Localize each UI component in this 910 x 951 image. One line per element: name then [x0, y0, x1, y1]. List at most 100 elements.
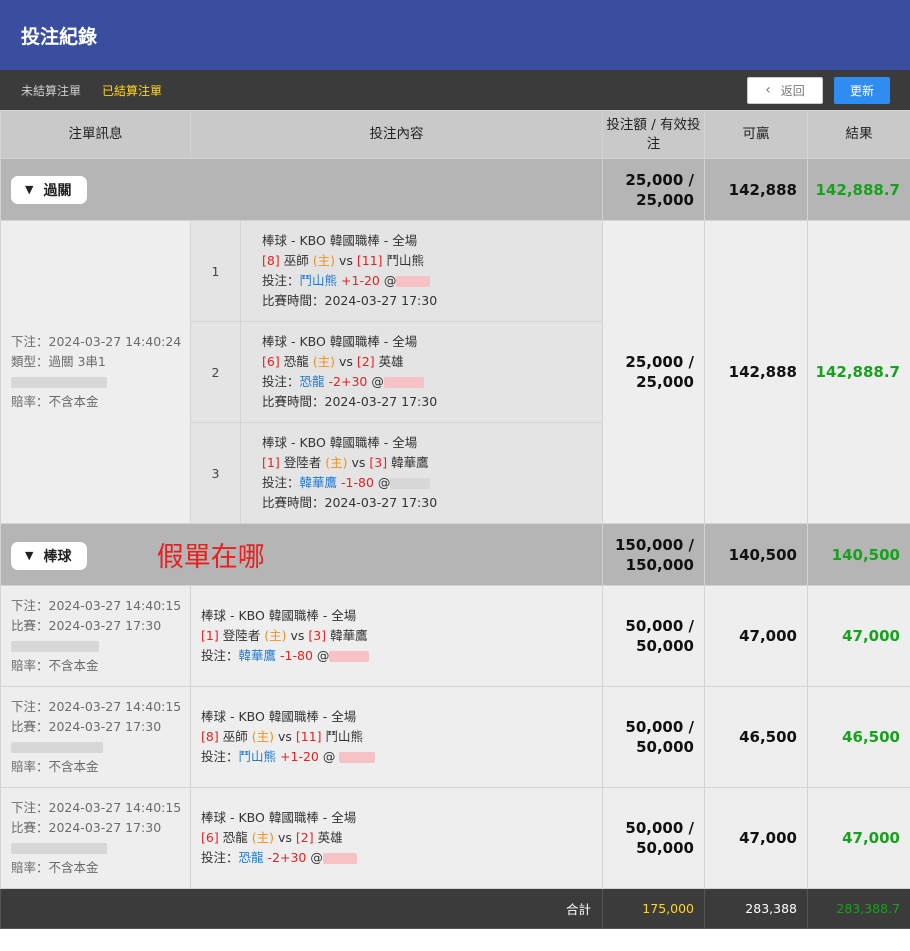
tab-settled[interactable]: 已結算注單 — [102, 82, 162, 99]
match-time: 比賽：2024-03-27 17:30 — [11, 719, 162, 734]
col-header-win: 可贏 — [704, 110, 808, 159]
page-header: 投注紀錄 — [0, 0, 910, 70]
league-text: 棒球 - KBO 韓國職棒 - 全場 — [262, 435, 418, 450]
refresh-button[interactable]: 更新 — [834, 76, 890, 104]
group-toggle-parlay[interactable]: ▼ 過關 — [11, 175, 88, 204]
parlay-amount: 25,000 /25,000 — [602, 220, 705, 524]
table-row: 下注：2024-03-27 14:40:15 比賽：2024-03-27 17:… — [0, 686, 910, 788]
col-header-info: 注單訊息 — [0, 110, 191, 159]
leg-number: 3 — [190, 422, 241, 524]
group-label-baseball: 棒球 — [43, 548, 72, 565]
placed-time: 下注：2024-03-27 14:40:15 — [11, 699, 182, 714]
leg-detail: 棒球 - KBO 韓國職棒 - 全場 [8] 巫師 (主) vs [11] 鬥山… — [240, 220, 603, 322]
group-row-baseball: ▼ 棒球 假單在哪 150,000 /150,000 140,500 140,5… — [0, 523, 910, 586]
bet-selection: 投注：恐龍 -2+30 @ — [201, 848, 602, 868]
matchup: [8] 巫師 (主) vs [11] 鬥山熊 — [262, 253, 425, 268]
annotation-text: 假單在哪 — [156, 542, 265, 573]
leg-number: 2 — [190, 321, 241, 423]
bet-selection: 投注：鬥山熊 +1-20 @ — [201, 747, 602, 767]
odds-note: 賠率：不含本金 — [11, 394, 99, 409]
single-info-cell: 下注：2024-03-27 14:40:15 比賽：2024-03-27 17:… — [0, 686, 191, 788]
matchup: [1] 登陸者 (主) vs [3] 韓華鷹 — [262, 455, 429, 470]
placed-time: 下注：2024-03-27 14:40:15 — [11, 598, 182, 613]
league-text: 棒球 - KBO 韓國職棒 - 全場 — [262, 233, 418, 248]
group-amount-baseball: 150,000 /150,000 — [602, 523, 705, 586]
bet-selection: 投注：恐龍 -2+30 @ — [262, 372, 602, 392]
odds-note: 賠率：不含本金 — [11, 860, 99, 875]
single-result: 47,000 — [807, 787, 910, 889]
totals-amount: 175,000 — [602, 888, 705, 929]
totals-label: 合計 — [0, 888, 603, 929]
group-cell-baseball: ▼ 棒球 假單在哪 — [0, 523, 603, 586]
placed-time: 下注：2024-03-27 14:40:15 — [11, 800, 182, 815]
single-amount: 50,000 /50,000 — [602, 787, 705, 889]
odds-note: 賠率：不含本金 — [11, 658, 99, 673]
group-amount-parlay: 25,000 /25,000 — [602, 158, 705, 221]
group-cell-parlay: ▼ 過關 — [0, 158, 603, 221]
col-header-amount: 投注額 / 有效投注 — [602, 110, 705, 159]
match-time: 比賽：2024-03-27 17:30 — [11, 820, 162, 835]
redacted-info — [11, 838, 190, 858]
chevron-left-icon: ‹ — [765, 82, 771, 98]
chevron-down-icon: ▼ — [25, 183, 34, 196]
leg-number: 1 — [190, 220, 241, 322]
parlay-win: 142,888 — [704, 220, 808, 524]
group-result-baseball: 140,500 — [807, 523, 910, 586]
bet-selection: 投注：鬥山熊 +1-20 @ — [262, 271, 602, 291]
match-time: 比賽：2024-03-27 17:30 — [11, 618, 162, 633]
placed-time: 下注：2024-03-27 14:40:24 — [11, 334, 182, 349]
single-win: 47,000 — [704, 787, 808, 889]
single-detail: 棒球 - KBO 韓國職棒 - 全場 [1] 登陸者 (主) vs [3] 韓華… — [190, 585, 603, 687]
single-win: 46,500 — [704, 686, 808, 788]
single-amount: 50,000 /50,000 — [602, 585, 705, 687]
single-info-cell: 下注：2024-03-27 14:40:15 比賽：2024-03-27 17:… — [0, 585, 191, 687]
group-toggle-baseball[interactable]: ▼ 棒球 — [11, 541, 88, 570]
totals-row: 合計 175,000 283,388 283,388.7 — [0, 888, 910, 929]
group-label-parlay: 過關 — [43, 182, 72, 199]
page-title: 投注紀錄 — [21, 25, 98, 48]
matchup: [8] 巫師 (主) vs [11] 鬥山熊 — [201, 729, 364, 744]
redacted-info — [11, 372, 190, 392]
col-header-content: 投注內容 — [190, 110, 603, 159]
match-time: 比賽時間：2024-03-27 17:30 — [262, 293, 438, 308]
group-row-parlay: ▼ 過關 25,000 /25,000 142,888 142,888.7 — [0, 158, 910, 221]
match-time: 比賽時間：2024-03-27 17:30 — [262, 394, 438, 409]
col-header-result: 結果 — [807, 110, 910, 159]
table-row: 下注：2024-03-27 14:40:24 類型：過關 3串1 賠率：不含本金… — [0, 220, 910, 524]
single-result: 46,500 — [807, 686, 910, 788]
totals-result: 283,388.7 — [807, 888, 910, 929]
league-text: 棒球 - KBO 韓國職棒 - 全場 — [262, 334, 418, 349]
league-text: 棒球 - KBO 韓國職棒 - 全場 — [201, 608, 357, 623]
bet-record-table: 注單訊息 投注內容 投注額 / 有效投注 可贏 結果 ▼ 過關 25,000 /… — [0, 110, 910, 929]
single-info-cell: 下注：2024-03-27 14:40:15 比賽：2024-03-27 17:… — [0, 787, 191, 889]
odds-note: 賠率：不含本金 — [11, 759, 99, 774]
redacted-info — [11, 737, 190, 757]
match-time: 比賽時間：2024-03-27 17:30 — [262, 495, 438, 510]
leg-detail: 棒球 - KBO 韓國職棒 - 全場 [6] 恐龍 (主) vs [2] 英雄 … — [240, 321, 603, 423]
sub-toolbar: 未結算注單 已結算注單 ‹ 返回 更新 — [0, 70, 910, 110]
bet-type: 類型：過關 3串1 — [11, 354, 106, 369]
single-result: 47,000 — [807, 585, 910, 687]
league-text: 棒球 - KBO 韓國職棒 - 全場 — [201, 709, 357, 724]
parlay-result: 142,888.7 — [807, 220, 910, 524]
single-detail: 棒球 - KBO 韓國職棒 - 全場 [6] 恐龍 (主) vs [2] 英雄 … — [190, 787, 603, 889]
matchup: [6] 恐龍 (主) vs [2] 英雄 — [201, 830, 343, 845]
group-win-parlay: 142,888 — [704, 158, 808, 221]
league-text: 棒球 - KBO 韓國職棒 - 全場 — [201, 810, 357, 825]
back-button-label: 返回 — [780, 83, 805, 98]
matchup: [1] 登陸者 (主) vs [3] 韓華鷹 — [201, 628, 368, 643]
back-button[interactable]: ‹ 返回 — [747, 76, 823, 104]
table-row: 下注：2024-03-27 14:40:15 比賽：2024-03-27 17:… — [0, 585, 910, 687]
matchup: [6] 恐龍 (主) vs [2] 英雄 — [262, 354, 404, 369]
refresh-button-label: 更新 — [849, 83, 874, 98]
table-header-row: 注單訊息 投注內容 投注額 / 有效投注 可贏 結果 — [0, 110, 910, 159]
bet-selection: 投注：韓華鷹 -1-80 @ — [262, 473, 602, 493]
bet-selection: 投注：韓華鷹 -1-80 @ — [201, 646, 602, 666]
single-detail: 棒球 - KBO 韓國職棒 - 全場 [8] 巫師 (主) vs [11] 鬥山… — [190, 686, 603, 788]
leg-detail: 棒球 - KBO 韓國職棒 - 全場 [1] 登陸者 (主) vs [3] 韓華… — [240, 422, 603, 524]
single-amount: 50,000 /50,000 — [602, 686, 705, 788]
chevron-down-icon: ▼ — [25, 549, 34, 562]
redacted-info — [11, 636, 190, 656]
tab-unsettled[interactable]: 未結算注單 — [21, 82, 81, 99]
totals-win: 283,388 — [704, 888, 808, 929]
